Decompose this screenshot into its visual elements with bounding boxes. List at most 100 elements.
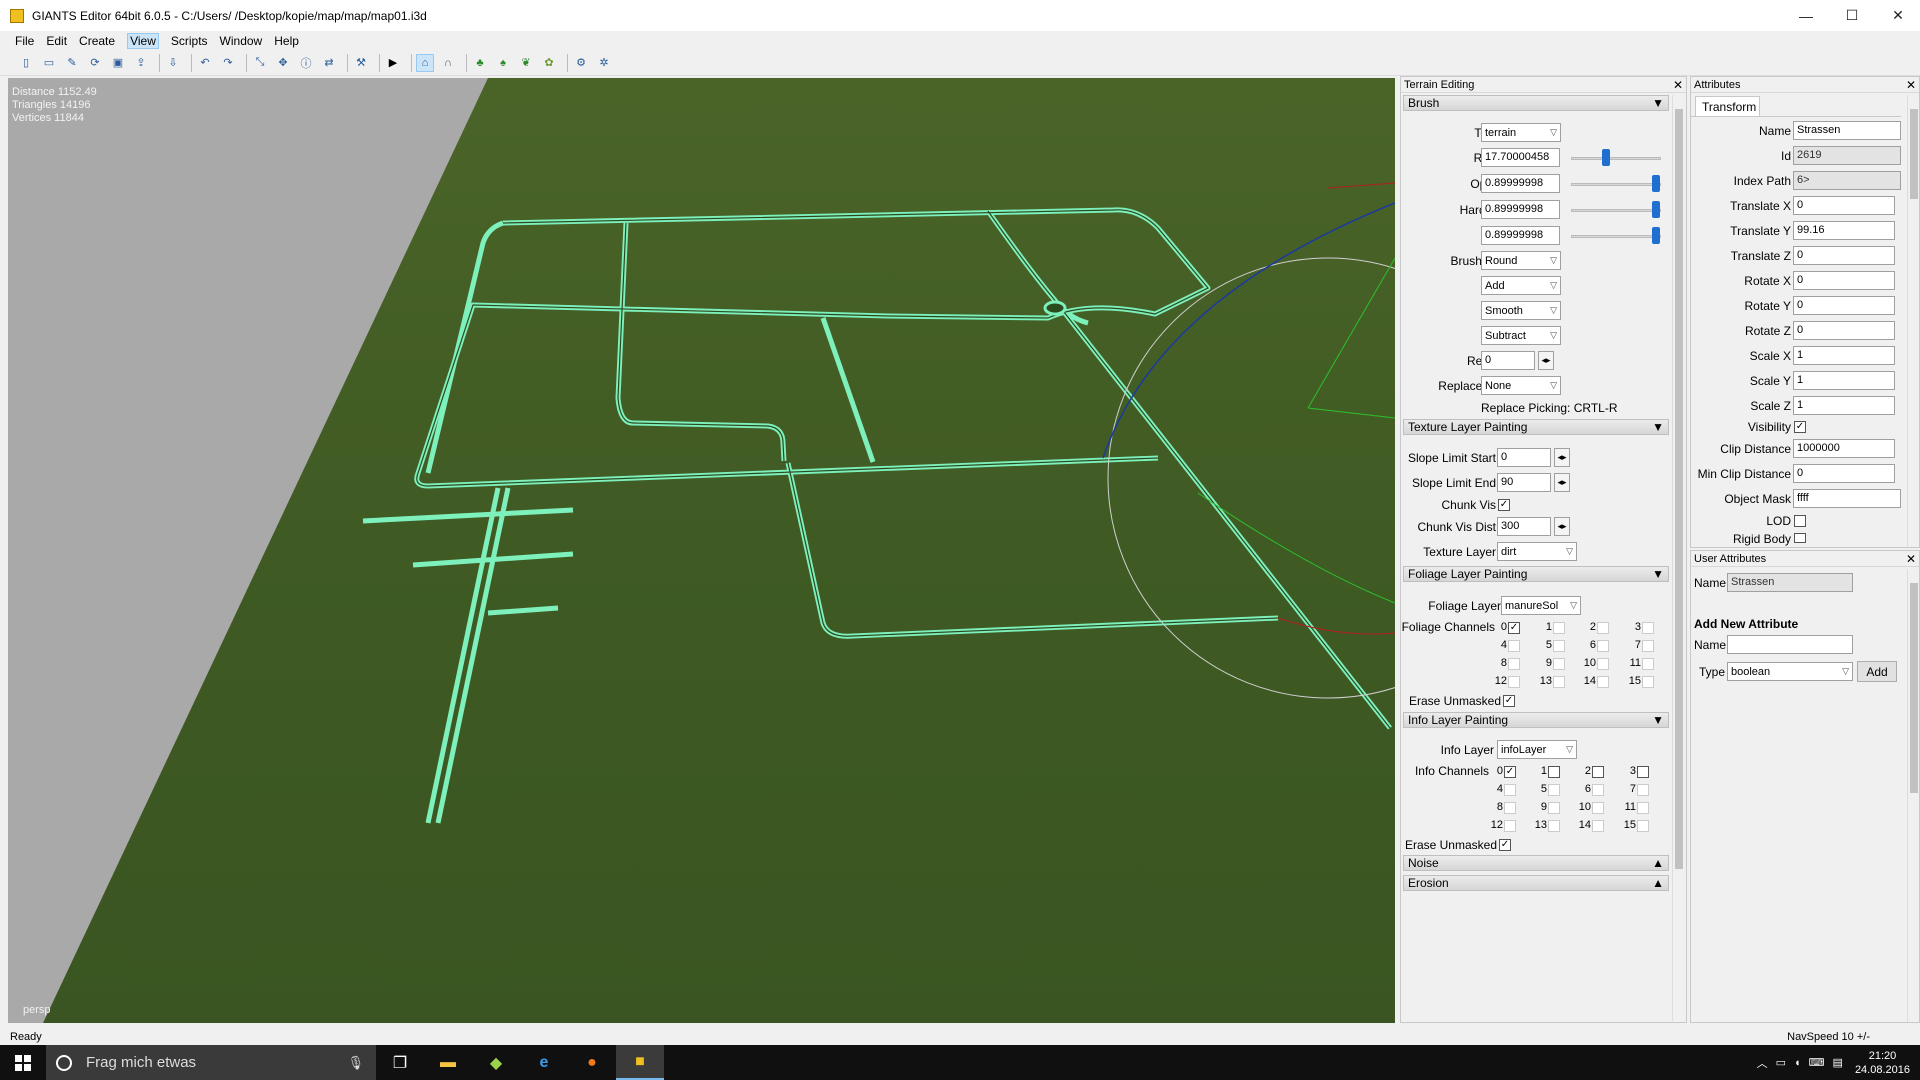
- info-channel-checkbox[interactable]: [1637, 802, 1649, 814]
- replace-input[interactable]: 0: [1481, 351, 1535, 370]
- firefox-icon[interactable]: ●: [568, 1045, 616, 1080]
- name-input[interactable]: Strassen: [1793, 121, 1901, 140]
- visibility-checkbox[interactable]: ✓: [1794, 421, 1806, 433]
- foliage-channel-checkbox[interactable]: [1553, 622, 1565, 634]
- hardness-slider-handle[interactable]: [1652, 201, 1660, 218]
- rigid-body-checkbox[interactable]: [1794, 533, 1806, 543]
- menu-help[interactable]: Help: [274, 34, 299, 48]
- menu-edit[interactable]: Edit: [46, 34, 67, 48]
- play-icon[interactable]: ▶: [384, 54, 402, 72]
- info-channel-checkbox[interactable]: [1548, 820, 1560, 832]
- opacity-slider-handle[interactable]: [1652, 175, 1660, 192]
- refresh-icon[interactable]: ⟳: [86, 54, 104, 72]
- erase-unmasked-checkbox[interactable]: ✓: [1499, 839, 1511, 851]
- select-icon[interactable]: ⤡: [251, 54, 269, 72]
- foliage-icon[interactable]: ❦: [517, 54, 535, 72]
- info-channel-checkbox[interactable]: [1504, 802, 1516, 814]
- scale-x-input[interactable]: 1: [1793, 346, 1895, 365]
- slope-end-spinner[interactable]: ◂▸: [1554, 473, 1570, 492]
- foliage-channel-checkbox[interactable]: [1597, 622, 1609, 634]
- foliage-channel-checkbox[interactable]: [1508, 676, 1520, 688]
- attributes-scrollbar[interactable]: [1907, 95, 1919, 547]
- menu-scripts[interactable]: Scripts: [171, 34, 208, 48]
- chunk-vis-dist-spinner[interactable]: ◂▸: [1554, 517, 1570, 536]
- volume-icon[interactable]: ◖: [1794, 1057, 1801, 1069]
- info-channel-checkbox[interactable]: [1592, 820, 1604, 832]
- minimize-button[interactable]: —: [1783, 0, 1829, 31]
- info-channel-checkbox[interactable]: [1548, 784, 1560, 796]
- foliage-channel-checkbox[interactable]: [1642, 658, 1654, 670]
- chunk-vis-checkbox[interactable]: ✓: [1498, 499, 1510, 511]
- radius-slider-handle[interactable]: [1602, 149, 1610, 166]
- scrollbar-thumb[interactable]: [1910, 109, 1918, 199]
- new-attr-name-input[interactable]: [1727, 635, 1853, 654]
- noise-section-header[interactable]: Noise ▲: [1403, 855, 1669, 871]
- decal-icon[interactable]: ✿: [540, 54, 558, 72]
- hardness-input[interactable]: 0.89999998: [1481, 200, 1560, 219]
- rotate-z-input[interactable]: 0: [1793, 321, 1895, 340]
- new-file-icon[interactable]: ▯: [17, 54, 35, 72]
- microphone-icon[interactable]: 🎙: [347, 1055, 364, 1071]
- info-channel-checkbox[interactable]: [1592, 766, 1604, 778]
- type-select[interactable]: boolean ▽: [1727, 662, 1853, 681]
- clock[interactable]: 21:20 24.08.2016: [1855, 1049, 1910, 1077]
- app-icon[interactable]: ◆: [472, 1045, 520, 1080]
- rotate-x-input[interactable]: 0: [1793, 271, 1895, 290]
- slope-start-spinner[interactable]: ◂▸: [1554, 448, 1570, 467]
- info-layer-select[interactable]: infoLayer ▽: [1497, 740, 1577, 759]
- import-icon[interactable]: ⇩: [164, 54, 182, 72]
- terrain-select[interactable]: terrain ▽: [1481, 123, 1561, 142]
- foliage-channel-checkbox[interactable]: ✓: [1508, 622, 1520, 634]
- info-channel-checkbox[interactable]: ✓: [1504, 766, 1516, 778]
- erase-unmasked-checkbox[interactable]: ✓: [1503, 695, 1515, 707]
- rmb-select[interactable]: Subtract ▽: [1481, 326, 1561, 345]
- giants-editor-taskbar-icon[interactable]: ■: [616, 1045, 664, 1080]
- taskbar-search[interactable]: Frag mich etwas 🎙: [46, 1045, 376, 1080]
- scrollbar-thumb[interactable]: [1910, 583, 1918, 793]
- gear-icon[interactable]: ✲: [595, 54, 613, 72]
- brush-type-select[interactable]: Round ▽: [1481, 251, 1561, 270]
- lod-checkbox[interactable]: [1794, 515, 1806, 527]
- translate-z-input[interactable]: 0: [1793, 246, 1895, 265]
- value-input[interactable]: 0.89999998: [1481, 226, 1560, 245]
- foliage-section-header[interactable]: Foliage Layer Painting ▼: [1403, 566, 1669, 582]
- move-icon[interactable]: ✥: [274, 54, 292, 72]
- value-slider-handle[interactable]: [1652, 227, 1660, 244]
- foliage-channel-checkbox[interactable]: [1597, 658, 1609, 670]
- replace-limit-select[interactable]: None ▽: [1481, 376, 1561, 395]
- foliage-channel-checkbox[interactable]: [1642, 640, 1654, 652]
- close-button[interactable]: ✕: [1875, 0, 1920, 31]
- foliage-channel-checkbox[interactable]: [1642, 622, 1654, 634]
- info-channel-checkbox[interactable]: [1548, 802, 1560, 814]
- foliage-channel-checkbox[interactable]: [1642, 676, 1654, 688]
- translate-y-input[interactable]: 99.16: [1793, 221, 1895, 240]
- scrollbar-thumb[interactable]: [1675, 109, 1683, 869]
- foliage-channel-checkbox[interactable]: [1597, 676, 1609, 688]
- foliage-channel-checkbox[interactable]: [1553, 658, 1565, 670]
- texture-section-header[interactable]: Texture Layer Painting ▼: [1403, 419, 1669, 435]
- foliage-channel-checkbox[interactable]: [1508, 640, 1520, 652]
- mmb-select[interactable]: Smooth ▽: [1481, 301, 1561, 320]
- paint-icon[interactable]: ♠: [494, 54, 512, 72]
- slope-end-input[interactable]: 90: [1497, 473, 1551, 492]
- value-slider[interactable]: [1571, 235, 1661, 238]
- close-icon[interactable]: ✕: [1673, 78, 1683, 92]
- edit-icon[interactable]: ✎: [63, 54, 81, 72]
- magnet-icon[interactable]: ∩: [439, 54, 457, 72]
- redo-icon[interactable]: ↷: [219, 54, 237, 72]
- info-channel-checkbox[interactable]: [1548, 766, 1560, 778]
- min-clip-distance-input[interactable]: 0: [1793, 464, 1895, 483]
- info-channel-checkbox[interactable]: [1504, 820, 1516, 832]
- chevron-up-icon[interactable]: ︿: [1757, 1055, 1768, 1071]
- keyboard-icon[interactable]: ⌨: [1809, 1056, 1825, 1069]
- tool-icon[interactable]: ⚒: [352, 54, 370, 72]
- transform-icon[interactable]: ⇄: [320, 54, 338, 72]
- foliage-layer-select[interactable]: manureSol ▽: [1501, 596, 1581, 615]
- maximize-button[interactable]: ☐: [1829, 0, 1875, 31]
- info-icon[interactable]: ⓘ: [297, 54, 315, 72]
- viewport-3d[interactable]: Distance 1152.49 Triangles 14196 Vertice…: [8, 78, 1395, 1023]
- tab-transform[interactable]: Transform: [1695, 96, 1760, 116]
- file-explorer-icon[interactable]: ▬: [424, 1045, 472, 1080]
- info-channel-checkbox[interactable]: [1637, 766, 1649, 778]
- info-channel-checkbox[interactable]: [1592, 802, 1604, 814]
